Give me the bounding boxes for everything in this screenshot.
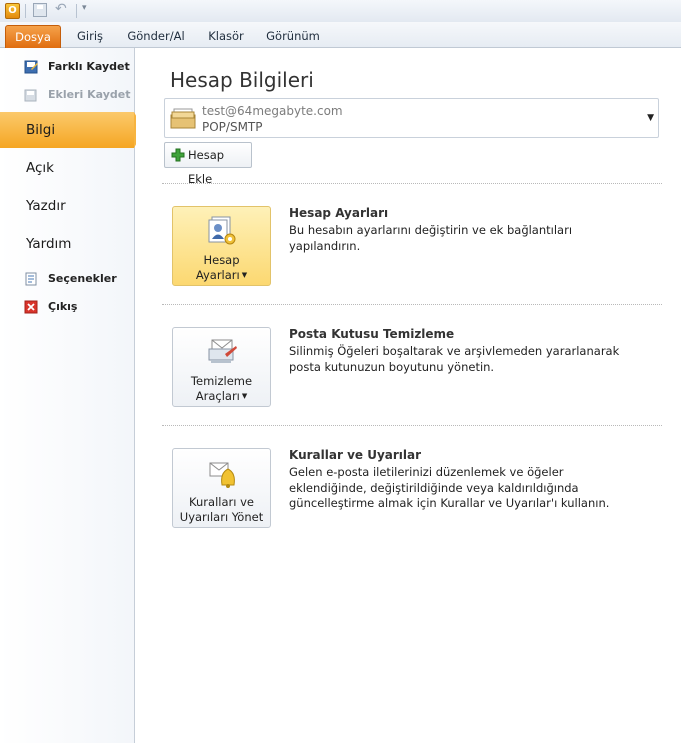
tab-folder[interactable]: Klasör	[200, 25, 252, 48]
account-info-panel: Hesap Bilgileri test@64megabyte.com POP/…	[136, 48, 681, 743]
account-settings-label-1: Hesap	[203, 253, 240, 267]
tab-send-receive[interactable]: Gönder/Al	[120, 25, 192, 48]
cleanup-tools-label-2: Araçları ▼	[195, 389, 248, 403]
section-divider	[162, 183, 662, 184]
account-settings-label-2: Ayarları ▼	[195, 268, 248, 282]
cleanup-tools-label-1: Temizleme	[190, 374, 253, 388]
cleanup-tools-button[interactable]: Temizleme Araçları ▼	[172, 327, 271, 407]
nav-options-label: Seçenekler	[48, 272, 117, 285]
dropdown-arrow-icon[interactable]: ▼	[647, 113, 654, 123]
nav-save-attachments-label: Ekleri Kaydet	[48, 88, 131, 101]
toolbar-separator	[76, 4, 77, 18]
add-account-label: Hesap Ekle	[188, 148, 225, 186]
mailbox-cleanup-description: Silinmiş Öğeleri boşaltarak ve arşivleme…	[289, 344, 620, 374]
rules-alerts-icon	[209, 462, 235, 488]
exit-icon	[24, 300, 38, 314]
account-settings-title: Hesap Ayarları	[289, 206, 389, 220]
section-divider	[162, 425, 662, 426]
tab-home[interactable]: Giriş	[68, 25, 112, 48]
account-type: POP/SMTP	[202, 120, 263, 134]
page-title: Hesap Bilgileri	[170, 68, 314, 92]
mailbox-icon	[170, 108, 196, 129]
nav-exit-label: Çıkış	[48, 300, 78, 313]
account-settings-button[interactable]: Hesap Ayarları ▼	[172, 206, 271, 286]
account-settings-description: Bu hesabın ayarlarını değiştirin ve ek b…	[289, 223, 573, 253]
undo-icon[interactable]: ↶	[55, 1, 67, 17]
account-dropdown[interactable]: test@64megabyte.com POP/SMTP ▼	[164, 98, 659, 138]
customize-toolbar-icon[interactable]: ▾	[82, 3, 87, 13]
ribbon-tabs: Dosya Giriş Gönder/Al Klasör Görünüm	[0, 22, 681, 48]
nav-open[interactable]: Açık	[0, 150, 134, 186]
backstage-nav: Farklı Kaydet Ekleri Kaydet Bilgi Açık Y…	[0, 48, 144, 743]
section-divider	[162, 304, 662, 305]
nav-save-as-label: Farklı Kaydet	[48, 60, 130, 73]
nav-help[interactable]: Yardım	[0, 226, 134, 262]
tab-view[interactable]: Görünüm	[260, 25, 326, 48]
rules-alerts-title: Kurallar ve Uyarılar	[289, 448, 422, 462]
rules-alerts-description: Gelen e-posta iletilerinizi düzenlemek v…	[289, 465, 610, 510]
account-email: test@64megabyte.com	[202, 104, 343, 118]
account-settings-icon	[208, 216, 236, 245]
manage-rules-button[interactable]: Kuralları ve Uyarıları Yönet	[172, 448, 271, 528]
cleanup-tools-icon	[208, 339, 237, 363]
save-icon[interactable]	[33, 3, 47, 17]
tab-file[interactable]: Dosya	[5, 25, 61, 48]
nav-print[interactable]: Yazdır	[0, 188, 134, 224]
save-attachments-icon	[24, 89, 37, 102]
plus-icon	[171, 148, 185, 162]
nav-info[interactable]: Bilgi	[0, 112, 144, 148]
outlook-app-icon[interactable]: O	[5, 3, 20, 19]
options-icon	[25, 272, 37, 286]
quick-access-toolbar: O ↶ ▾	[0, 0, 681, 22]
add-account-button[interactable]: Hesap Ekle	[164, 142, 252, 186]
toolbar-separator	[25, 4, 26, 18]
save-as-icon	[24, 60, 38, 74]
mailbox-cleanup-title: Posta Kutusu Temizleme	[289, 327, 455, 341]
manage-rules-label-2: Uyarıları Yönet	[179, 510, 264, 524]
caret-down-icon: ▼	[241, 271, 248, 279]
caret-down-icon: ▼	[241, 392, 248, 400]
manage-rules-label-1: Kuralları ve	[189, 495, 254, 509]
